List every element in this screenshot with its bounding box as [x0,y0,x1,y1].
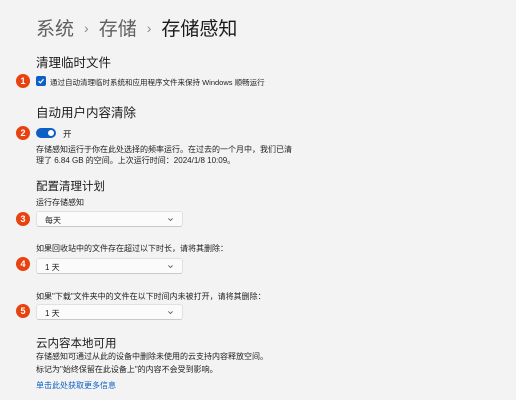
auto-cleanup-title: 自动用户内容清除 [36,106,137,120]
chevron-down-icon [168,311,173,315]
run-frequency-dropdown[interactable]: 每天 [36,211,183,227]
cleanup-temp-checkbox-label[interactable]: 通过自动清理临时系统和应用程序文件来保持 Windows 顺畅运行 [50,77,265,88]
cloud-content-description-line2: 标记为"始终保留在此设备上"的内容不会受到影响。 [36,365,218,374]
auto-cleanup-toggle[interactable] [36,128,56,138]
cleanup-temp-checkbox[interactable] [36,76,46,86]
auto-cleanup-toggle-label: 开 [63,129,72,139]
chevron-down-icon [168,218,173,222]
annotation-badge-1: 1 [16,74,30,88]
breadcrumb-system[interactable]: 系统 [36,14,74,41]
recycle-bin-label: 如果回收站中的文件存在超过以下时长，请将其删除： [36,244,228,253]
checkmark-icon [38,78,45,84]
toggle-knob [48,130,54,136]
chevron-down-icon [168,265,173,269]
cloud-content-description-line1: 存储感知可通过从此的设备中删除未使用的云支持内容释放空间。 [36,352,268,361]
run-frequency-value: 每天 [45,216,61,225]
more-info-link[interactable]: 单击此处获取更多信息 [36,380,116,391]
recycle-bin-duration-dropdown[interactable]: 1 天 [36,258,183,274]
downloads-duration-value: 1 天 [45,309,60,318]
run-storage-sense-label: 运行存储感知 [36,198,84,207]
page-title: 存储感知 [161,19,238,40]
cleanup-temp-title: 清理临时文件 [36,56,112,70]
recycle-bin-duration-value: 1 天 [45,263,60,272]
auto-cleanup-description-line2: 理了 6.84 GB 的空间。上次运行时间：2024/1/8 10:09。 [36,156,236,165]
annotation-badge-2: 2 [16,126,30,140]
annotation-badge-5: 5 [16,304,30,318]
breadcrumb: 系统 › 存储 › 存储感知 [36,14,237,41]
downloads-duration-dropdown[interactable]: 1 天 [36,304,183,320]
breadcrumb-storage[interactable]: 存储 [99,14,137,41]
breadcrumb-separator: › [146,19,152,36]
auto-cleanup-description-line1: 存储感知运行于你在此处选择的频率运行。在过去的一个月中，我们已清 [36,145,292,154]
schedule-title: 配置清理计划 [36,181,105,193]
downloads-label: 如果"下载"文件夹中的文件在以下时间内未被打开，请将其删除： [36,292,266,301]
annotation-badge-3: 3 [16,212,30,226]
annotation-badge-4: 4 [16,257,30,271]
breadcrumb-separator: › [84,19,89,36]
cloud-content-title: 云内容本地可用 [36,338,117,350]
